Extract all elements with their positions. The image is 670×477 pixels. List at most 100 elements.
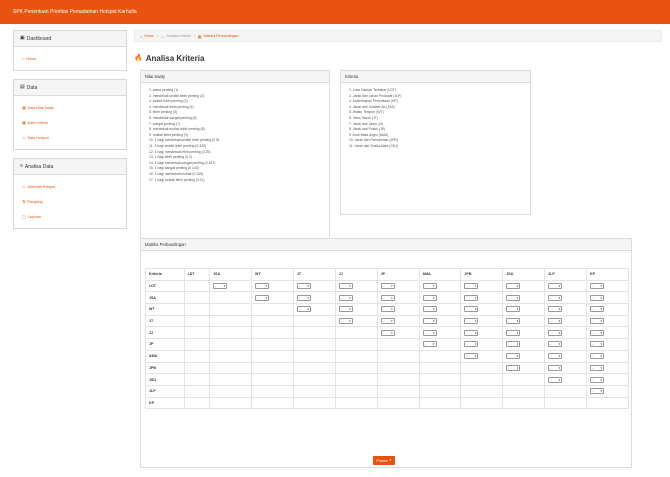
comparison-select[interactable]: - ▾ [506, 329, 521, 336]
breadcrumb-home[interactable]: Home [144, 34, 154, 38]
comparison-select-value: - [508, 330, 510, 335]
app-title[interactable]: SPK Penentuan Prioritas Pemadaman Hotspo… [13, 9, 137, 15]
comparison-select[interactable]: - ▾ [338, 318, 353, 325]
sidebar-item[interactable]: ♨ Alternatif Hotspot [22, 179, 118, 194]
matrix-cell: - ▾ [544, 361, 588, 375]
comparison-select[interactable]: - ▾ [590, 376, 605, 383]
comparison-select[interactable]: - ▾ [422, 329, 437, 336]
matrix-cell: - ▾ [418, 303, 462, 316]
comparison-select[interactable]: - ▾ [422, 341, 437, 348]
matrix-cell [183, 361, 211, 375]
comparison-select-value: - [550, 354, 552, 359]
comparison-select[interactable]: - ▾ [296, 283, 311, 290]
sidebar-item[interactable]: ▦ Data Kriteria [22, 115, 118, 130]
comparison-select[interactable]: - ▾ [590, 353, 605, 360]
chevron-down-icon: ▾ [558, 284, 561, 289]
comparison-select[interactable]: - ▾ [548, 364, 563, 371]
comparison-select[interactable]: - ▾ [548, 283, 563, 290]
chevron-down-icon: ▾ [474, 295, 477, 300]
sidebar-section-title: Data [26, 84, 38, 91]
comparison-select[interactable]: - ▾ [506, 318, 521, 325]
sidebar-section-body: ▦ Data Nilai Saaty ▦ Data Kriteria ♨ Data Hot… [14, 96, 126, 149]
sidebar-item[interactable]: ♨ Data Hotspot [22, 130, 118, 145]
comparison-select[interactable]: - ▾ [590, 341, 605, 348]
comparison-select-value: - [550, 377, 552, 382]
matrix-row-header: JPB [145, 361, 185, 375]
comparison-select[interactable]: - ▾ [422, 283, 437, 290]
sidebar-item[interactable]: ▦ Data Nilai Saaty [22, 100, 118, 115]
matrix-cell [209, 396, 253, 410]
chevron-down-icon: ▾ [349, 295, 351, 300]
list-item: 17. 1 bagi mutlak lebih penting (0.11) [149, 177, 205, 182]
sidebar-item[interactable]: ⇅ Rangking [22, 194, 118, 209]
comparison-select[interactable]: - ▾ [296, 294, 311, 301]
comparison-select[interactable]: - ▾ [464, 318, 479, 325]
comparison-select[interactable]: - ▾ [422, 318, 437, 325]
breadcrumb-separator: / [193, 34, 195, 38]
sidebar: ▣ Dashboard ⌂ Home ▤ Data ▦ Data Nilai Saaty ▦ Da… [13, 30, 127, 237]
comparison-select[interactable]: - ▾ [464, 341, 479, 348]
comparison-select[interactable]: - ▾ [422, 294, 437, 301]
comparison-select[interactable]: - ▾ [590, 294, 605, 301]
sidebar-item[interactable]: ▢ Laporan [22, 209, 118, 224]
comparison-select[interactable]: - ▾ [338, 306, 353, 313]
comparison-select[interactable]: - ▾ [422, 306, 437, 313]
matrix-cell [183, 314, 211, 328]
comparison-select[interactable]: - ▾ [506, 353, 521, 360]
comparison-select[interactable]: - ▾ [213, 283, 228, 290]
main-content: ⌂ Home / ♨ Analisa Kriteria / ▦ Matriks … [134, 30, 662, 468]
comparison-select[interactable]: - ▾ [590, 388, 605, 395]
comparison-select[interactable]: - ▾ [380, 318, 395, 325]
flame-icon: ♨ [22, 184, 26, 189]
comparison-select-value: - [550, 295, 552, 300]
chevron-down-icon: ▾ [474, 330, 477, 335]
matrix-cell: - ▾ [418, 314, 462, 328]
comparison-select[interactable]: - ▾ [506, 341, 521, 348]
comparison-select[interactable]: - ▾ [548, 353, 563, 360]
comparison-select[interactable]: - ▾ [548, 329, 563, 336]
kriteria-panel: Kriteria 1. Luas Daerah Terbakar (LDT) 2.… [340, 70, 531, 215]
breadcrumb-analisa[interactable]: Analisa Kriteria [167, 34, 191, 38]
comparison-select[interactable]: - ▾ [506, 294, 521, 301]
comparison-select[interactable]: - ▾ [255, 294, 270, 301]
sidebar-item-label: Data Kriteria [27, 120, 48, 125]
chevron-down-icon: ▾ [433, 284, 435, 289]
comparison-select[interactable]: - ▾ [590, 329, 605, 336]
comparison-select[interactable]: - ▾ [464, 294, 479, 301]
comparison-select[interactable]: - ▾ [590, 318, 605, 325]
comparison-select[interactable]: - ▾ [506, 364, 521, 371]
comparison-select[interactable]: - ▾ [506, 283, 521, 290]
matrix-cell: - ▾ [418, 279, 462, 293]
comparison-select[interactable]: - ▾ [464, 329, 479, 336]
matrix-cell: - ▾ [586, 338, 629, 351]
comparison-select[interactable]: - ▾ [590, 283, 605, 290]
matrix-cell [251, 303, 294, 316]
comparison-select[interactable]: - ▾ [380, 306, 395, 313]
matrix-cell: - ▾ [251, 291, 294, 305]
comparison-select[interactable]: - ▾ [255, 283, 270, 290]
comparison-select[interactable]: - ▾ [548, 318, 563, 325]
comparison-select[interactable]: - ▾ [380, 294, 395, 301]
comparison-select[interactable]: - ▾ [380, 283, 395, 290]
comparison-select-value: - [340, 319, 342, 324]
comparison-select[interactable]: - ▾ [548, 341, 563, 348]
comparison-select[interactable]: - ▾ [338, 283, 353, 290]
sidebar-item[interactable]: ⌂ Home [22, 51, 118, 66]
comparison-select[interactable]: - ▾ [548, 306, 563, 313]
comparison-select[interactable]: - ▾ [464, 283, 479, 290]
comparison-select[interactable]: - ▾ [590, 306, 605, 313]
comparison-select[interactable]: - ▾ [338, 294, 353, 301]
proses-button[interactable]: Proses ➔ [373, 456, 395, 465]
comparison-select[interactable]: - ▾ [548, 294, 563, 301]
comparison-select[interactable]: - ▾ [506, 306, 521, 313]
matrix-cell: - ▾ [586, 279, 629, 293]
comparison-select-value: - [424, 284, 426, 289]
comparison-select[interactable]: - ▾ [296, 306, 311, 313]
comparison-select[interactable]: - ▾ [380, 329, 395, 336]
comparison-select[interactable]: - ▾ [590, 364, 605, 371]
comparison-select[interactable]: - ▾ [464, 306, 479, 313]
comparison-select-value: - [592, 319, 594, 324]
comparison-select[interactable]: - ▾ [548, 376, 563, 383]
matrix-cell: - ▾ [502, 291, 546, 305]
comparison-select[interactable]: - ▾ [464, 353, 479, 360]
